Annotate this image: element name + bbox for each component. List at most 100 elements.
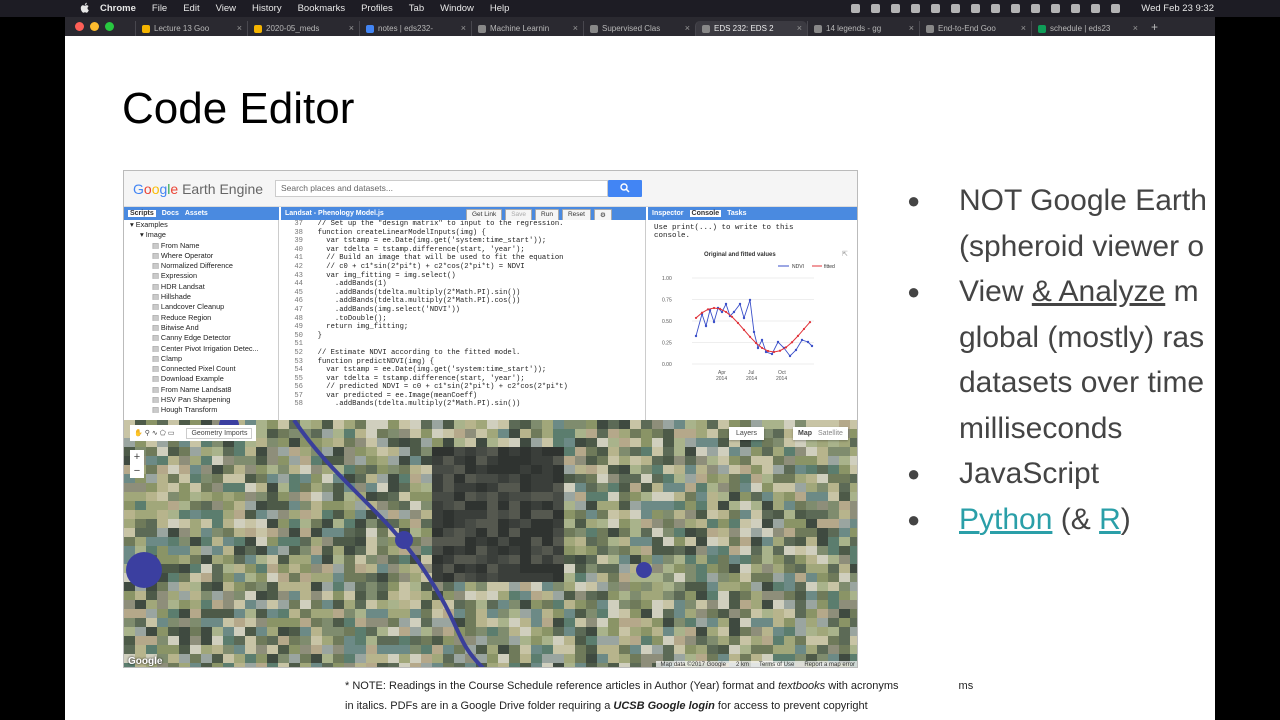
line-number: 48 [294,314,303,323]
tab-label: 14 legends - gg [826,24,882,33]
script-tree-item[interactable]: ▤ Where Operator [130,251,278,261]
close-tab-icon[interactable]: × [1133,23,1138,33]
zoom-in-button[interactable]: + [130,450,144,464]
script-tree-item[interactable]: ▤ HDR Landsat [130,282,278,292]
close-tab-icon[interactable]: × [797,23,802,33]
minimize-window-button[interactable] [90,22,99,31]
zoom-out-button[interactable]: − [130,464,144,478]
tree-root[interactable]: ▾ Examples [130,220,278,230]
terms-link[interactable]: Terms of Use [759,662,794,667]
console-panel: Use print(...) to write to this console.… [648,220,857,420]
close-tab-icon[interactable]: × [349,23,354,33]
browser-tab[interactable]: Supervised Clas × [583,21,695,36]
script-tree-item[interactable]: ▤ Canny Edge Detector [130,333,278,343]
browser-tab[interactable]: notes | eds232- × [359,21,471,36]
marker-icon[interactable]: ⚲ [145,429,150,437]
status-icon[interactable] [971,4,980,13]
browser-tab[interactable]: 2020-05_meds × [247,21,359,36]
map-button[interactable]: Map [798,430,812,437]
script-tree-item[interactable]: ▤ Bitwise And [130,323,278,333]
menu-view[interactable]: View [216,3,236,14]
line-number: 46 [294,297,303,306]
status-icon[interactable] [991,4,1000,13]
browser-tab[interactable]: Lecture 13 Goo × [135,21,247,36]
close-tab-icon[interactable]: × [573,23,578,33]
geometry-imports-button[interactable]: Geometry Imports [186,427,253,439]
tab-scripts[interactable]: Scripts [128,210,156,217]
zoom-window-button[interactable] [105,22,114,31]
popout-icon[interactable]: ⇱ [842,250,848,258]
menu-edit[interactable]: Edit [183,3,199,14]
close-tab-icon[interactable]: × [909,23,914,33]
close-tab-icon[interactable]: × [685,23,690,33]
tab-assets[interactable]: Assets [185,210,208,217]
close-tab-icon[interactable]: × [1021,23,1026,33]
menu-app-chrome[interactable]: Chrome [100,3,136,14]
status-icon[interactable] [1011,4,1020,13]
tree-folder[interactable]: ▾ Image [130,230,278,240]
search-icon[interactable] [1071,4,1080,13]
y-tick-label: 0.25 [662,341,672,347]
status-icon[interactable] [891,4,900,13]
browser-tab[interactable]: Machine Learnin × [471,21,583,36]
script-tree-item[interactable]: ▤ Clamp [130,354,278,364]
polygon-icon[interactable]: ⬠ [160,429,166,437]
script-tree-item[interactable]: ▤ Download Example [130,374,278,384]
script-tree-item[interactable]: ▤ Connected Pixel Count [130,364,278,374]
ndvi-chart[interactable]: Original and fitted values NDVI fitted 1.00… [654,244,854,384]
analyze-link[interactable]: & Analyze [1032,275,1165,308]
menu-history[interactable]: History [252,3,282,14]
script-tree-item[interactable]: ▤ Expression [130,271,278,281]
script-tree-item[interactable]: ▤ Hillshade [130,292,278,302]
tab-tasks[interactable]: Tasks [727,210,746,217]
gee-search-button[interactable] [608,180,642,197]
menu-profiles[interactable]: Profiles [361,3,393,14]
satellite-button[interactable]: Satellite [818,430,843,437]
siri-icon[interactable] [1111,4,1120,13]
control-center-icon[interactable] [1091,4,1100,13]
menu-file[interactable]: File [152,3,167,14]
tab-inspector[interactable]: Inspector [652,210,684,217]
status-icon[interactable] [871,4,880,13]
script-tree-item[interactable]: ▤ Normalized Difference [130,261,278,271]
report-error-link[interactable]: Report a map error [804,662,855,667]
python-link[interactable]: Python [959,503,1052,536]
map-view[interactable]: ✋ ⚲ ∿ ⬠ ▭ Geometry Imports + − Layers Ma… [124,420,857,667]
status-icon[interactable] [851,4,860,13]
script-tree-item[interactable]: ▤ Center Pivot Irrigation Detec... [130,344,278,354]
rectangle-icon[interactable]: ▭ [168,429,175,437]
tab-docs[interactable]: Docs [162,210,179,217]
menubar-clock[interactable]: Wed Feb 23 9:32 [1141,3,1214,14]
browser-tab[interactable]: End-to-End Goo × [919,21,1031,36]
menu-bookmarks[interactable]: Bookmarks [298,3,346,14]
script-tree-item[interactable]: ▤ HSV Pan Sharpening [130,395,278,405]
menu-window[interactable]: Window [440,3,474,14]
script-tree-item[interactable]: ▤ Hough Transform [130,405,278,415]
pan-hand-icon[interactable]: ✋ [134,429,143,437]
menu-tab[interactable]: Tab [409,3,424,14]
wifi-icon[interactable] [1031,4,1040,13]
browser-tab[interactable]: schedule | eds23 × [1031,21,1143,36]
menu-help[interactable]: Help [490,3,510,14]
status-icon[interactable] [911,4,920,13]
code-editor[interactable]: 37 // Set up the "design matrix" to inpu… [281,220,646,420]
browser-tab[interactable]: EDS 232: EDS 2 × [695,21,807,36]
tab-console[interactable]: Console [689,210,722,217]
bluetooth-icon[interactable] [1051,4,1060,13]
browser-tab[interactable]: 14 legends - gg × [807,21,919,36]
status-icon[interactable] [951,4,960,13]
script-tree-item[interactable]: ▤ Reduce Region [130,313,278,323]
line-icon[interactable]: ∿ [152,429,158,437]
close-tab-icon[interactable]: × [237,23,242,33]
script-tree-item[interactable]: ▤ From Name Landsat8 [130,385,278,395]
layers-button[interactable]: Layers [729,427,765,440]
script-tree-item[interactable]: ▤ Landcover Cleanup [130,302,278,312]
new-tab-button[interactable]: + [1151,20,1158,34]
script-tree-item[interactable]: ▤ From Name [130,241,278,251]
close-window-button[interactable] [75,22,84,31]
close-tab-icon[interactable]: × [461,23,466,33]
r-link[interactable]: R [1099,503,1121,536]
gee-search-input[interactable]: Search places and datasets... [275,180,608,197]
status-icon[interactable] [931,4,940,13]
apple-icon[interactable] [80,2,90,14]
